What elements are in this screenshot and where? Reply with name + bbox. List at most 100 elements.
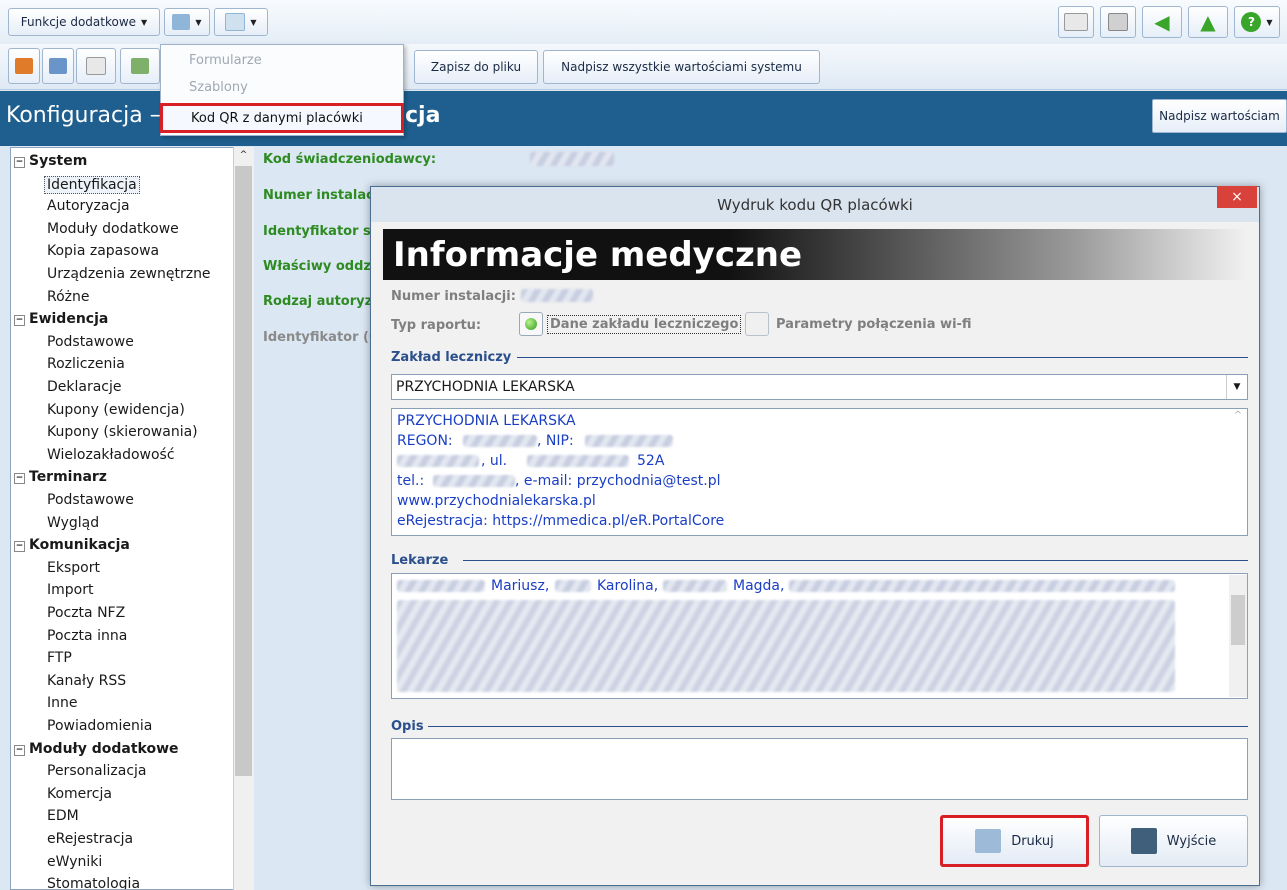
collapse-icon[interactable]: − bbox=[14, 744, 25, 756]
tree-item[interactable]: Moduły dodatkowe bbox=[47, 221, 179, 237]
up-button[interactable]: ▲ bbox=[1188, 6, 1228, 38]
tree-item[interactable]: Kupony (ewidencja) bbox=[47, 402, 185, 418]
menu-item-templates[interactable]: Szablony bbox=[189, 80, 248, 95]
menu-item-forms[interactable]: Formularze bbox=[189, 53, 262, 68]
section-facility: Zakład leczniczy bbox=[391, 350, 512, 365]
facility-select[interactable]: PRZYCHODNIA LEKARSKA ▼ bbox=[391, 374, 1248, 400]
tree-item[interactable]: Powiadomienia bbox=[47, 718, 152, 734]
tree-item[interactable]: Import bbox=[47, 582, 93, 598]
network-icon bbox=[1108, 13, 1128, 31]
help-icon: ? bbox=[1241, 12, 1262, 32]
redacted-value bbox=[530, 152, 614, 166]
divider bbox=[463, 560, 1248, 561]
documents-button[interactable] bbox=[120, 48, 160, 84]
tree-item[interactable]: EDM bbox=[47, 808, 79, 824]
tree-group[interactable]: − Ewidencja bbox=[14, 311, 108, 327]
extra-functions-dropdown[interactable]: Funkcje dodatkowe ▼ bbox=[8, 8, 160, 36]
print-dropdown[interactable]: ▼ bbox=[164, 8, 210, 36]
redacted-value bbox=[663, 580, 727, 592]
field-label: Identyfikator sy bbox=[263, 224, 380, 239]
tree-group-label: Komunikacja bbox=[29, 537, 130, 554]
config-tree: − System Identyfikacja Autoryzacja Moduły do… bbox=[10, 147, 254, 890]
overwrite-values-label: Nadpisz wartościam bbox=[1159, 109, 1280, 123]
collapse-icon[interactable]: − bbox=[14, 157, 25, 168]
exit-button-label: Wyjście bbox=[1166, 833, 1217, 849]
overwrite-values-button[interactable]: Nadpisz wartościam bbox=[1152, 99, 1287, 133]
arrow-left-icon: ◀ bbox=[1154, 10, 1170, 34]
stethoscope-button[interactable] bbox=[76, 48, 116, 84]
field-label: Numer instalacj bbox=[263, 188, 379, 203]
network-button[interactable] bbox=[1100, 6, 1136, 38]
tree-group[interactable]: − Moduły dodatkowe bbox=[14, 741, 179, 757]
report-type-label: Typ raportu: bbox=[391, 318, 482, 333]
chevron-down-icon[interactable]: ▼ bbox=[1226, 375, 1247, 399]
save-to-file-button[interactable]: Zapisz do pliku bbox=[414, 50, 538, 84]
back-button[interactable]: ◀ bbox=[1142, 6, 1182, 38]
tree-item[interactable]: Wygląd bbox=[47, 515, 99, 531]
memo-line: tel.: bbox=[397, 473, 425, 489]
memo-scrollbar[interactable]: ^ bbox=[1229, 410, 1247, 534]
chevron-down-icon: ▼ bbox=[141, 17, 148, 27]
collapse-icon[interactable]: − bbox=[14, 473, 25, 485]
overwrite-all-button[interactable]: Nadpisz wszystkie wartościami systemu bbox=[543, 50, 820, 84]
tree-scroll-thumb[interactable] bbox=[235, 166, 252, 776]
memo-line: , e-mail: przychodnia@test.pl bbox=[515, 473, 721, 489]
tree-group[interactable]: − System bbox=[14, 153, 87, 169]
scroll-up-icon[interactable]: ^ bbox=[235, 150, 252, 164]
tree-item[interactable]: Urządzenia zewnętrzne bbox=[47, 266, 211, 282]
tree-item[interactable]: Poczta NFZ bbox=[47, 605, 125, 621]
tree-item[interactable]: Eksport bbox=[47, 560, 100, 576]
tree-item[interactable]: Komercja bbox=[47, 786, 112, 802]
tree-item[interactable]: Podstawowe bbox=[47, 492, 134, 508]
tree-item[interactable]: Kanały RSS bbox=[47, 673, 126, 689]
section-description: Opis bbox=[391, 719, 424, 734]
radio-selected-icon bbox=[525, 318, 537, 330]
dialog-title-text: Wydruk kodu QR placówki bbox=[717, 195, 913, 214]
exit-button[interactable]: Wyjście bbox=[1099, 815, 1248, 867]
tree-item[interactable]: Identyfikacja bbox=[44, 175, 140, 194]
menu-item-qr-code-label: Kod QR z danymi placówki bbox=[191, 110, 363, 126]
redacted-value bbox=[789, 580, 1175, 592]
tree-item[interactable]: Inne bbox=[47, 695, 78, 711]
tree-item[interactable]: Podstawowe bbox=[47, 334, 134, 350]
tree-item[interactable]: eRejestracja bbox=[47, 831, 133, 847]
radio-facility-label[interactable]: Dane zakładu leczniczego bbox=[547, 315, 742, 334]
tree-item[interactable]: Deklaracje bbox=[47, 379, 122, 395]
tree-item[interactable]: Personalizacja bbox=[47, 763, 147, 779]
tree-item[interactable]: Rozliczenia bbox=[47, 356, 125, 372]
tree-group[interactable]: − Komunikacja bbox=[14, 537, 130, 553]
description-memo[interactable] bbox=[391, 738, 1248, 800]
redacted-value bbox=[397, 580, 485, 592]
layout-dropdown[interactable]: ▼ bbox=[214, 8, 268, 36]
help-dropdown[interactable]: ? ▼ bbox=[1234, 6, 1280, 38]
page-title-suffix: cja bbox=[405, 103, 441, 128]
close-icon[interactable]: × bbox=[1217, 186, 1257, 208]
memo-line: REGON: bbox=[397, 433, 453, 449]
tree-item[interactable]: Kupony (skierowania) bbox=[47, 424, 198, 440]
save-to-file-label: Zapisz do pliku bbox=[430, 60, 522, 74]
radio-wifi[interactable] bbox=[745, 312, 769, 336]
tree-item[interactable]: Stomatologia bbox=[47, 876, 140, 889]
print-button[interactable]: Drukuj bbox=[940, 815, 1089, 867]
print-button-label: Drukuj bbox=[1011, 833, 1054, 849]
collapse-icon[interactable]: − bbox=[14, 541, 25, 553]
home-button[interactable] bbox=[8, 48, 40, 84]
tree-item[interactable]: Poczta inna bbox=[47, 628, 127, 644]
dialog-title: Wydruk kodu QR placówki bbox=[371, 187, 1259, 222]
tree-item[interactable]: Różne bbox=[47, 289, 90, 305]
tree-group[interactable]: − Terminarz bbox=[14, 469, 107, 485]
install-number-label: Numer instalacji: bbox=[391, 289, 516, 304]
doctor-name: Karolina, bbox=[597, 578, 659, 594]
memo-line: , NIP: bbox=[537, 433, 574, 449]
menu-item-qr-code[interactable]: Kod QR z danymi placówki bbox=[160, 103, 404, 133]
calendar-button[interactable] bbox=[42, 48, 74, 84]
collapse-icon[interactable]: − bbox=[14, 315, 25, 327]
tree-item[interactable]: Autoryzacja bbox=[47, 198, 130, 214]
tree-item[interactable]: Wielozakładowość bbox=[47, 447, 175, 463]
tree-item[interactable]: Kopia zapasowa bbox=[47, 243, 159, 259]
mail-button[interactable] bbox=[1058, 6, 1094, 38]
tree-item[interactable]: eWyniki bbox=[47, 854, 102, 870]
tree-item[interactable]: FTP bbox=[47, 650, 72, 666]
radio-wifi-label[interactable]: Parametry połączenia wi-fi bbox=[776, 317, 972, 332]
doctors-scroll-thumb[interactable] bbox=[1231, 595, 1245, 645]
